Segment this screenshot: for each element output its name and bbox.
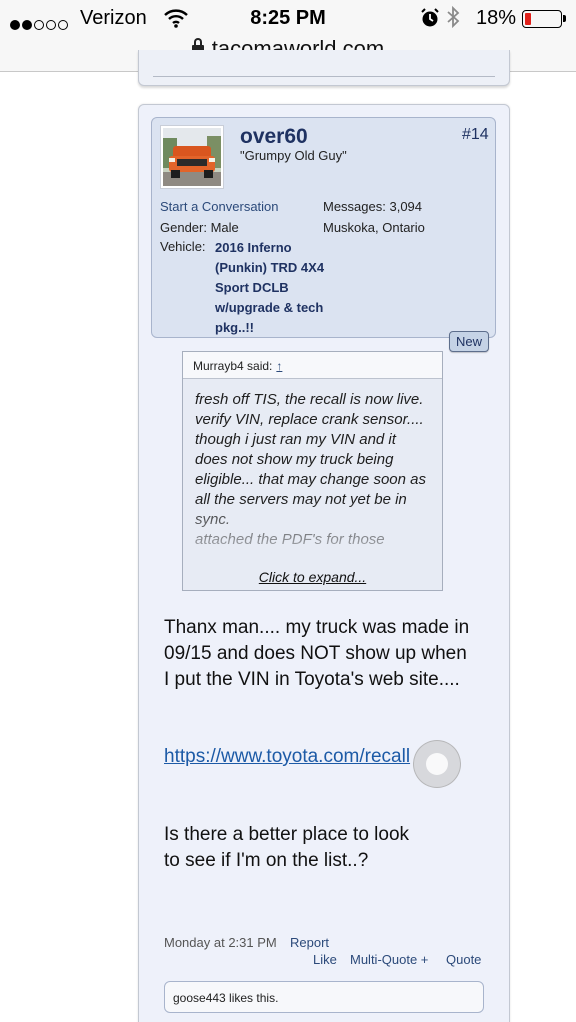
- quote-header: Murrayb4 said: ↑: [183, 352, 442, 379]
- vehicle-label: Vehicle:: [160, 239, 206, 254]
- like-link[interactable]: Like: [313, 952, 337, 967]
- message-paragraph: Is there a better place to look to see i…: [164, 824, 410, 871]
- quote-link[interactable]: Quote: [446, 952, 481, 967]
- start-conversation-link[interactable]: Start a Conversation: [160, 199, 279, 214]
- report-link[interactable]: Report: [290, 935, 329, 950]
- quote-source-arrow-icon[interactable]: ↑: [276, 359, 282, 373]
- post-number-link[interactable]: #14: [462, 126, 489, 144]
- user-location: Muskoka, Ontario: [323, 220, 425, 235]
- assistive-touch-button[interactable]: [413, 740, 461, 788]
- avatar[interactable]: [160, 125, 224, 189]
- post-author[interactable]: over60: [240, 125, 308, 149]
- quoted-message: Murrayb4 said: ↑ fresh off TIS, the recal…: [182, 351, 443, 591]
- new-badge: New: [449, 331, 489, 352]
- user-message-count: Messages: 3,094: [323, 199, 423, 214]
- status-bar: Verizon 8:25 PM 18%: [0, 0, 576, 36]
- user-gender: Gender: Male: [160, 220, 239, 235]
- click-to-expand-link[interactable]: Click to expand...: [183, 569, 442, 585]
- quote-author: Murrayb4 said:: [193, 359, 273, 373]
- alarm-icon: [420, 8, 440, 34]
- multi-quote-link[interactable]: Multi-Quote +: [350, 952, 428, 967]
- toyota-recall-link[interactable]: https://www.toyota.com/recall: [164, 744, 454, 770]
- vehicle-value: 2016 Inferno (Punkin) TRD 4X4 Sport DCLB…: [215, 240, 325, 335]
- bluetooth-icon: [446, 5, 460, 35]
- battery-icon: [522, 10, 566, 28]
- likes-summary: goose443 likes this.: [164, 981, 484, 1013]
- message-paragraph: Thanx man.... my truck was made in 09/15…: [164, 617, 470, 690]
- battery-percentage: 18%: [476, 7, 517, 29]
- user-title: "Grumpy Old Guy": [240, 148, 347, 163]
- post-timestamp[interactable]: Monday at 2:31 PM: [164, 935, 277, 950]
- previous-post: [138, 50, 510, 86]
